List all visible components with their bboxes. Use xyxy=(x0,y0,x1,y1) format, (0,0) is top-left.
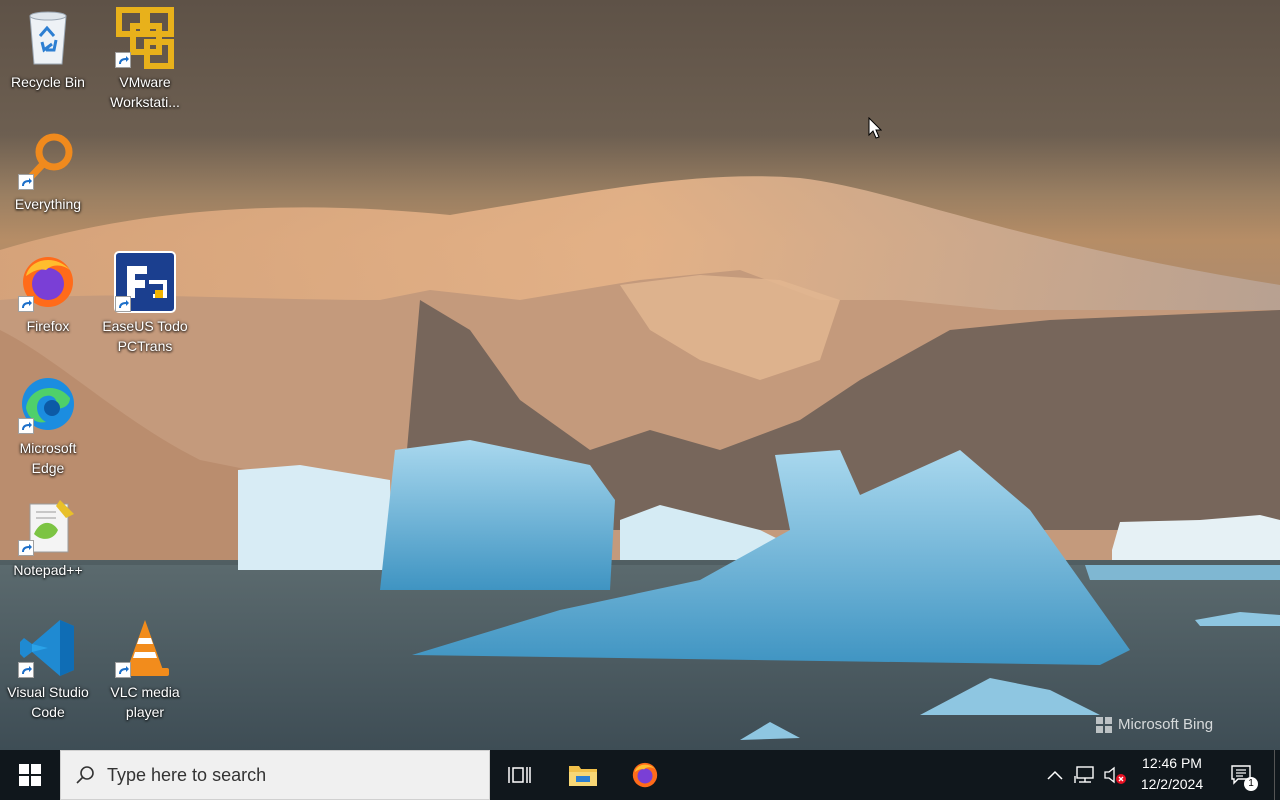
taskbar-firefox-button[interactable] xyxy=(615,750,675,800)
bing-watermark: Microsoft Bing xyxy=(1096,716,1213,733)
mouse-pointer-icon xyxy=(868,117,882,139)
desktop-icon-notepadpp[interactable]: Notepad++ xyxy=(3,494,93,580)
volume-button[interactable] xyxy=(1100,750,1130,800)
windows-logo-icon xyxy=(19,764,41,786)
taskbar: Type here to search 12:46 PM 12/2/2024 1 xyxy=(0,750,1280,800)
task-view-icon xyxy=(508,767,531,783)
desktop-icon-edge[interactable]: Microsoft Edge xyxy=(3,372,93,478)
shortcut-arrow-icon xyxy=(18,296,34,312)
shortcut-arrow-icon xyxy=(115,296,131,312)
file-explorer-icon xyxy=(569,766,597,786)
shortcut-arrow-icon xyxy=(18,418,34,434)
show-desktop-button[interactable] xyxy=(1274,750,1280,800)
chevron-up-icon xyxy=(1047,770,1063,780)
desktop-icon-label: Firefox xyxy=(26,318,70,334)
taskbar-search-box[interactable]: Type here to search xyxy=(60,750,490,800)
network-button[interactable] xyxy=(1070,750,1100,800)
start-button[interactable] xyxy=(0,750,60,800)
desktop[interactable]: Recycle Bin VMware Workstati... Everythi… xyxy=(0,0,1280,750)
search-icon xyxy=(76,766,94,784)
desktop-icon-vlc[interactable]: VLC media player xyxy=(100,616,190,722)
desktop-icon-recycle-bin[interactable]: Recycle Bin xyxy=(3,6,93,92)
shortcut-arrow-icon xyxy=(115,662,131,678)
shortcut-arrow-icon xyxy=(115,52,131,68)
shortcut-arrow-icon xyxy=(18,540,34,556)
desktop-icon-everything[interactable]: Everything xyxy=(3,128,93,214)
system-clock[interactable]: 12:46 PM 12/2/2024 xyxy=(1130,750,1214,800)
file-explorer-button[interactable] xyxy=(553,750,613,800)
desktop-icon-label: Everything xyxy=(14,196,82,212)
desktop-icon-label: VLC media player xyxy=(110,684,180,720)
desktop-icon-vscode[interactable]: Visual Studio Code xyxy=(3,616,93,722)
action-center-button[interactable]: 1 xyxy=(1218,750,1264,800)
show-hidden-icons-button[interactable] xyxy=(1042,750,1068,800)
network-icon xyxy=(1074,766,1094,783)
desktop-icon-firefox[interactable]: Firefox xyxy=(3,250,93,336)
clock-date: 12/2/2024 xyxy=(1140,776,1204,792)
search-placeholder: Type here to search xyxy=(107,764,267,785)
desktop-icon-label: Visual Studio Code xyxy=(7,684,89,720)
volume-muted-icon xyxy=(1104,766,1126,784)
desktop-icon-label: EaseUS Todo PCTrans xyxy=(102,318,188,354)
desktop-icon-label: VMware Workstati... xyxy=(110,74,180,110)
desktop-icon-label: Microsoft Edge xyxy=(19,440,77,476)
watermark-text: Microsoft Bing xyxy=(1118,716,1214,733)
recycle-bin-icon xyxy=(29,11,67,65)
shortcut-arrow-icon xyxy=(18,662,34,678)
desktop-icon-vmware[interactable]: VMware Workstati... xyxy=(100,6,190,112)
desktop-icon-label: Recycle Bin xyxy=(11,74,85,90)
notification-count-badge: 1 xyxy=(1244,777,1258,791)
shortcut-arrow-icon xyxy=(18,174,34,190)
task-view-button[interactable] xyxy=(490,750,550,800)
bing-logo-icon xyxy=(1096,716,1112,733)
firefox-icon xyxy=(632,762,658,788)
clock-time: 12:46 PM xyxy=(1142,755,1202,771)
desktop-icon-label: Notepad++ xyxy=(13,562,83,578)
wallpaper xyxy=(0,176,1280,750)
desktop-icon-easeus[interactable]: EaseUS Todo PCTrans xyxy=(100,250,190,356)
